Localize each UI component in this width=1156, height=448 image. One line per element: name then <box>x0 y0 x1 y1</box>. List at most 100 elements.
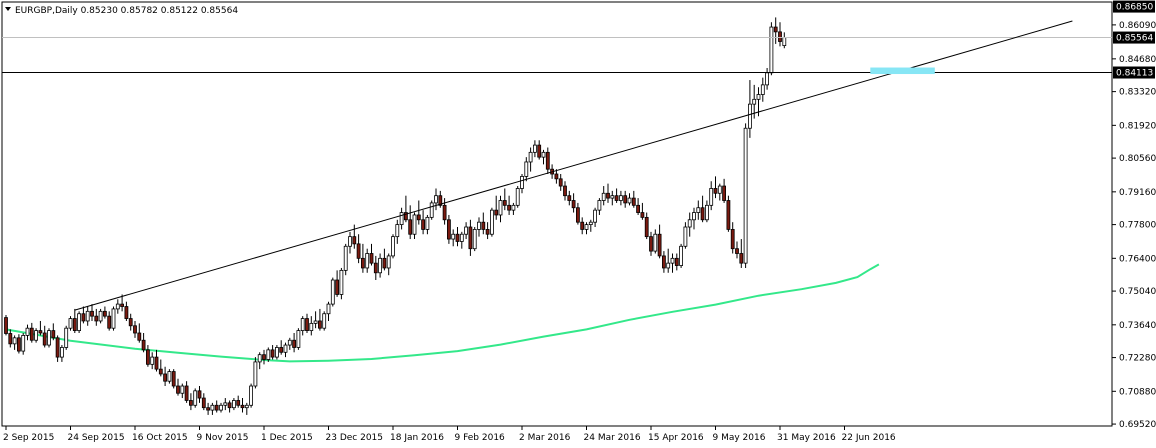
candle-body <box>12 337 17 345</box>
candle-body <box>25 327 30 336</box>
candle-body <box>322 313 327 329</box>
y-tick-label: 0.86090 <box>1119 21 1156 31</box>
candle-body <box>227 402 232 409</box>
highlight-zone <box>870 67 935 75</box>
candle-body <box>77 313 81 331</box>
candle-body <box>756 94 761 100</box>
candle-body <box>429 202 434 218</box>
candle-body <box>584 224 589 230</box>
candle-body <box>644 216 649 238</box>
candle-body <box>51 330 56 339</box>
candle-body <box>773 26 778 33</box>
candle-body <box>378 257 383 274</box>
candle-body <box>214 404 219 411</box>
candle-body <box>176 385 180 394</box>
x-tick-label: 31 May 2016 <box>777 433 836 443</box>
candle-body <box>313 320 318 324</box>
candle-body <box>343 245 348 271</box>
candle-body <box>576 207 580 223</box>
candle-body <box>236 400 241 406</box>
candle-body <box>150 356 155 365</box>
candle-body <box>300 318 305 331</box>
price-label: 0.85564 <box>1116 34 1153 44</box>
candle-body <box>184 385 189 401</box>
candle-body <box>545 151 550 170</box>
candle-body <box>489 209 494 235</box>
candle-body <box>90 310 94 317</box>
candle-body <box>188 400 193 406</box>
candle-body <box>373 262 378 274</box>
candle-body <box>145 349 150 365</box>
candle-body <box>180 385 185 394</box>
chart-header: EURGBP,Daily 0.85230 0.85782 0.85122 0.8… <box>5 6 238 16</box>
candle-body <box>408 219 413 235</box>
candle-body <box>249 385 254 406</box>
candle-body <box>477 221 481 230</box>
candle-body <box>352 236 357 245</box>
y-tick-label: 0.70880 <box>1119 387 1156 397</box>
candle-body <box>739 253 744 264</box>
candle-body <box>537 144 542 158</box>
candle-body <box>360 257 365 269</box>
candle-body <box>223 402 228 406</box>
candle-body <box>623 195 628 204</box>
candle-body <box>42 332 47 346</box>
candle-body <box>472 229 477 250</box>
candle-body <box>597 200 602 211</box>
candle-body <box>317 320 322 329</box>
y-tick-label: 0.76400 <box>1119 254 1156 264</box>
candle-body <box>274 347 279 358</box>
candle-body <box>399 212 404 226</box>
candle-body <box>163 373 168 382</box>
x-tick-label: 1 Dec 2015 <box>261 433 313 443</box>
candle-body <box>120 303 124 307</box>
candle-body <box>219 404 223 411</box>
candle-body <box>111 308 116 329</box>
candle-body <box>421 219 426 230</box>
y-tick-label: 0.73640 <box>1119 321 1156 331</box>
candle-body <box>386 255 391 269</box>
candle-body <box>124 306 129 319</box>
candle-body <box>434 195 438 204</box>
y-tick-label: 0.81920 <box>1119 121 1156 131</box>
price-label: 0.86850 <box>1116 3 1153 13</box>
candle-body <box>533 144 537 153</box>
candle-body <box>279 347 284 353</box>
x-tick-label: 18 Jan 2016 <box>390 433 444 443</box>
candle-body <box>567 195 572 201</box>
candle-body <box>696 207 701 213</box>
candle-body <box>309 322 314 332</box>
y-axis: 0.86090 0.84680 0.83320 0.81920 0.80560 0.791… <box>1112 0 1156 430</box>
x-tick-label: 24 Sep 2015 <box>68 433 125 443</box>
candle-body <box>748 103 752 129</box>
candle-body <box>627 197 632 204</box>
candle-body <box>558 178 563 187</box>
candle-body <box>64 327 69 348</box>
candle-body <box>348 236 352 247</box>
candle-body <box>296 330 301 348</box>
candle-body <box>365 253 370 269</box>
candle-body <box>705 204 709 221</box>
candle-body <box>700 207 705 221</box>
candle-body <box>735 248 739 254</box>
candle-body <box>141 339 146 351</box>
x-tick-label: 2 Sep 2015 <box>3 433 54 443</box>
chart-header-text: EURGBP,Daily 0.85230 0.85782 0.85122 0.8… <box>15 6 238 16</box>
candle-body <box>60 347 64 358</box>
candle-body <box>485 229 490 235</box>
candle-body <box>34 330 38 341</box>
candle-body <box>38 330 43 334</box>
candle-body <box>451 233 456 240</box>
candle-body <box>167 371 172 382</box>
candle-body <box>382 257 387 269</box>
candle-body <box>687 219 692 228</box>
candle-body <box>137 332 142 341</box>
candle-body <box>649 236 653 252</box>
candle-body <box>266 349 271 360</box>
candle-body <box>416 214 421 221</box>
candle-body <box>606 192 610 199</box>
candle-body <box>593 209 597 223</box>
candle-body <box>305 318 309 331</box>
candle-body <box>206 407 211 411</box>
candle-body <box>103 310 107 317</box>
